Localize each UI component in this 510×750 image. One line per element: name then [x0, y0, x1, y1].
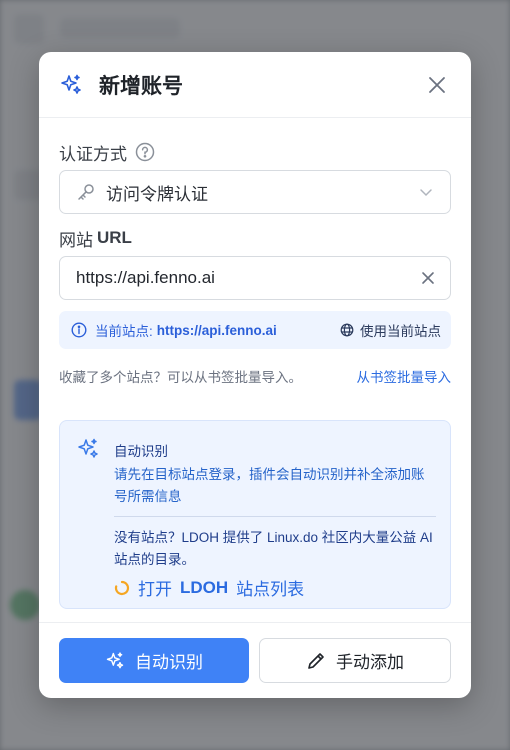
auto-detect-content: 自动识别 请先在目标站点登录，插件会自动识别并补全添加账号所需信息 没有站点？L…	[114, 437, 436, 608]
current-site-label: 当前站点:	[95, 324, 153, 339]
site-url-input[interactable]	[76, 268, 420, 288]
sparkles-icon	[106, 651, 124, 668]
site-url-label-en: URL	[97, 228, 132, 247]
auto-detect-title: 自动识别	[114, 444, 168, 459]
open-ldoh-link[interactable]: 打开 LDOH 站点列表	[114, 575, 436, 600]
current-site-url: https://api.fenno.ai	[156, 322, 277, 338]
help-circle-icon[interactable]	[135, 142, 155, 162]
use-current-site-label: 使用当前站点	[360, 324, 441, 339]
ldoh-link-suffix: 站点列表	[236, 580, 305, 599]
add-account-dialog: 新增账号 认证方式 访问令牌认证 网站 URL https://api.fenn…	[39, 52, 471, 698]
sparkles-icon	[78, 438, 98, 458]
dialog-title: 新增账号	[99, 74, 183, 98]
key-icon	[78, 184, 94, 200]
manual-add-button-label: 手动添加	[336, 653, 404, 672]
ldoh-link-prefix: 打开	[138, 580, 172, 599]
loading-spinner-icon	[114, 580, 130, 595]
auth-method-text: 认证方式	[59, 144, 127, 164]
globe-icon	[340, 323, 354, 337]
ldoh-description: 没有站点？LDOH 提供了 Linux.do 社区内大量公益 AI 站点的目录。	[114, 530, 433, 567]
manual-add-button[interactable]: 手动添加	[259, 638, 451, 683]
sparkles-icon	[61, 74, 81, 94]
bookmark-import-row: 收藏了多个站点？可以从书签批量导入。 从书签批量导入	[59, 366, 451, 386]
close-icon	[429, 76, 445, 93]
dialog-footer: 自动识别 手动添加	[39, 622, 471, 698]
site-url-field	[59, 256, 451, 300]
ldoh-link-bold: LDOH	[180, 577, 229, 597]
bookmark-import-link[interactable]: 从书签批量导入	[357, 366, 452, 386]
auth-method-value: 访问令牌认证	[106, 184, 208, 204]
site-url-label-cn: 网站	[59, 230, 93, 250]
auto-detect-button[interactable]: 自动识别	[59, 638, 249, 683]
auto-detect-panel: 自动识别 请先在目标站点登录，插件会自动识别并补全添加账号所需信息 没有站点？L…	[59, 420, 451, 609]
info-icon	[71, 322, 87, 338]
chevron-down-icon	[420, 189, 432, 197]
auto-detect-description: 请先在目标站点登录，插件会自动识别并补全添加账号所需信息	[114, 467, 425, 504]
use-current-site-button[interactable]: 使用当前站点	[340, 320, 441, 340]
current-site-banner: 当前站点: https://api.fenno.ai 使用当前站点	[59, 311, 451, 349]
dialog-header: 新增账号	[39, 52, 471, 118]
divider	[114, 516, 436, 517]
dialog-body: 认证方式 访问令牌认证 网站 URL https://api.fenno.ai …	[39, 118, 471, 609]
pencil-icon	[308, 652, 324, 669]
close-button[interactable]	[425, 73, 449, 97]
auth-method-label: 认证方式	[59, 140, 451, 164]
bookmark-hint: 收藏了多个站点？可以从书签批量导入。	[59, 370, 302, 385]
auth-method-select[interactable]: 访问令牌认证	[59, 170, 451, 214]
site-url-label: 网站 URL	[59, 226, 451, 250]
auto-detect-button-label: 自动识别	[135, 653, 203, 672]
clear-icon[interactable]	[420, 270, 436, 286]
